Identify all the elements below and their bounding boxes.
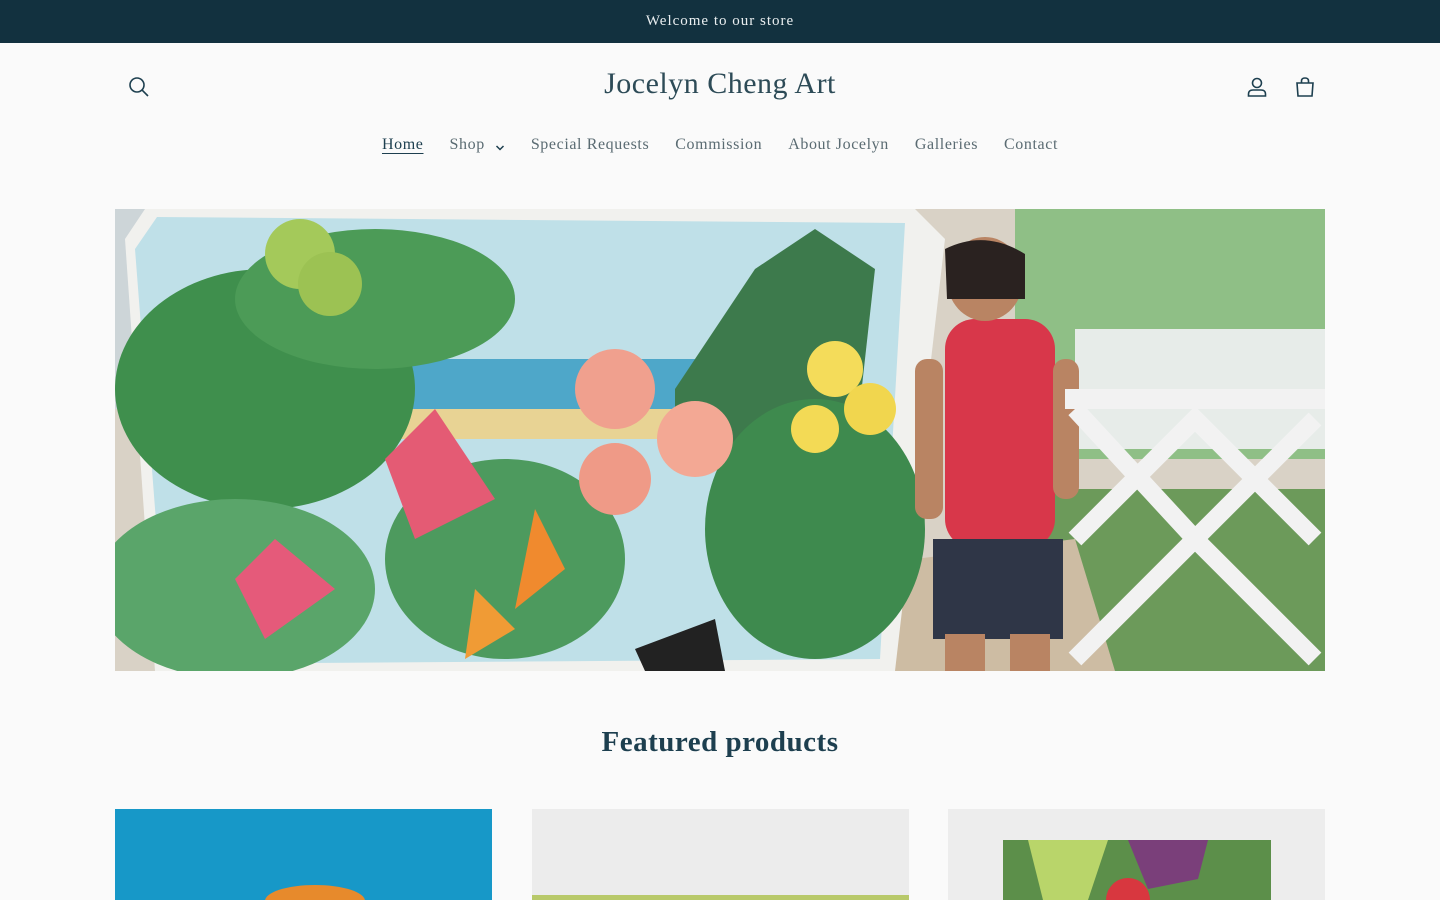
site-header: Jocelyn Cheng Art Home Shop Special Requ…	[0, 43, 1440, 193]
nav-item-label: Commission	[675, 136, 763, 153]
cart-button[interactable]	[1285, 67, 1325, 107]
nav-item-contact[interactable]: Contact	[991, 136, 1071, 154]
main-nav: Home Shop Special Requests Commission Ab…	[0, 131, 1440, 159]
nav-item-label: Galleries	[914, 136, 979, 153]
nav-item-label: Shop	[449, 136, 485, 153]
nav-item-label: Special Requests	[530, 136, 650, 153]
account-button[interactable]	[1237, 67, 1277, 107]
product-image	[948, 809, 1325, 900]
account-icon	[1247, 77, 1267, 97]
chevron-down-icon	[495, 140, 505, 151]
product-card[interactable]	[532, 809, 909, 900]
nav-item-label: About Jocelyn	[788, 136, 889, 153]
nav-item-galleries[interactable]: Galleries	[902, 136, 991, 154]
nav-item-home[interactable]: Home	[369, 136, 437, 154]
announcement-bar: Welcome to our store	[0, 0, 1440, 43]
hero-image	[115, 209, 1325, 671]
product-image	[532, 809, 909, 900]
hero-painting-illustration	[115, 209, 1325, 671]
cart-icon	[1296, 77, 1314, 97]
nav-item-special-requests[interactable]: Special Requests	[518, 136, 662, 154]
search-button[interactable]	[119, 67, 159, 107]
search-icon	[129, 77, 149, 97]
nav-item-commission[interactable]: Commission	[662, 136, 775, 154]
nav-item-label: Contact	[1004, 136, 1058, 153]
product-image	[115, 809, 492, 900]
nav-item-about[interactable]: About Jocelyn	[775, 136, 902, 154]
nav-item-label: Home	[381, 136, 424, 153]
product-card[interactable]	[115, 809, 492, 900]
featured-products-heading: Featured products	[601, 726, 839, 758]
product-card[interactable]	[948, 809, 1325, 900]
announcement-text: Welcome to our store	[645, 13, 795, 29]
nav-item-shop[interactable]: Shop	[437, 136, 518, 154]
site-logo[interactable]: Jocelyn Cheng Art	[520, 67, 920, 107]
